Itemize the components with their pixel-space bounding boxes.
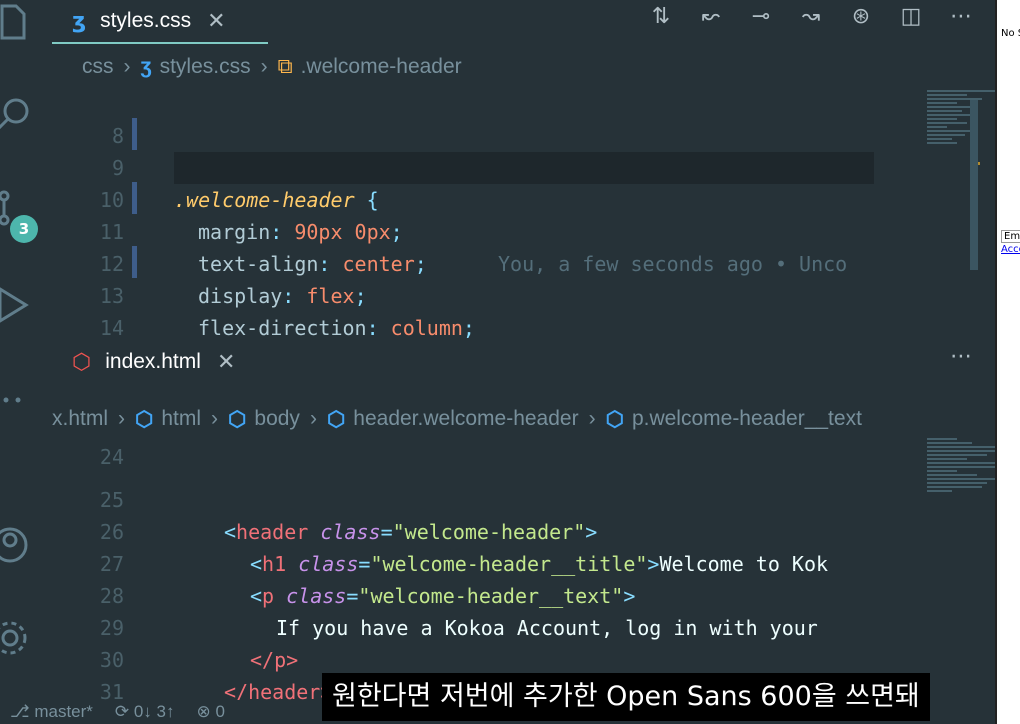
previous-change-icon[interactable]: ↜ bbox=[697, 3, 725, 31]
element-cube-icon: ⬡ bbox=[326, 407, 346, 431]
code-line: 25 <header class="welcome-header"> bbox=[52, 452, 932, 544]
element-cube-icon: ⬡ bbox=[605, 407, 624, 431]
git-graph-icon[interactable]: ⊛ bbox=[847, 3, 875, 31]
editor-group-bottom: ⬡ index.html ✕ ⋯ x.html › ⬡ html › ⬡ bod… bbox=[52, 340, 1017, 704]
code-line: 14 align-items: center; bbox=[52, 280, 932, 372]
css3-icon: ʒ bbox=[140, 55, 152, 78]
code-line: 11 text-align: center; bbox=[52, 184, 932, 276]
tab-bar: ʒ styles.css ✕ ⇅ ↜ ⊸ ↝ ⊛ ◫ ⋯ bbox=[52, 0, 995, 44]
breadcrumb-item[interactable]: p.welcome-header__text bbox=[632, 407, 862, 431]
sync-indicator[interactable]: ⟳ 0↓ 3↑ bbox=[115, 702, 175, 722]
tab-label: styles.css bbox=[100, 9, 192, 32]
current-line: 10 margin: 90px 0px; You, a few seconds … bbox=[100, 152, 874, 276]
split-editor-icon[interactable]: ◫ bbox=[897, 3, 925, 31]
problems-indicator[interactable]: ⊗ 0 bbox=[197, 702, 225, 722]
code-line: 24 bbox=[52, 436, 932, 467]
breadcrumb: css › ʒ styles.css › ⧉ .welcome-header bbox=[82, 52, 462, 82]
chevron-right-icon: › bbox=[260, 55, 268, 78]
tab-bar: ⬡ index.html ✕ ⋯ bbox=[52, 340, 995, 384]
more-icon[interactable] bbox=[0, 380, 34, 420]
css3-icon: ʒ bbox=[72, 8, 87, 34]
editor-group-top: ʒ styles.css ✕ ⇅ ↜ ⊸ ↝ ⊛ ◫ ⋯ css › ʒ sty… bbox=[52, 0, 1007, 404]
breadcrumb-item[interactable]: html bbox=[161, 407, 201, 431]
editor-toolbar: ⇅ ↜ ⊸ ↝ ⊛ ◫ ⋯ bbox=[647, 0, 975, 34]
sync-counts: 0↓ 3↑ bbox=[133, 702, 175, 721]
code-line: 12 display: flex; bbox=[52, 216, 932, 308]
close-icon[interactable]: ✕ bbox=[207, 9, 225, 34]
editor-toolbar: ⋯ bbox=[947, 340, 975, 374]
breadcrumb-item[interactable]: styles.css bbox=[160, 55, 251, 79]
selector-icon: ⧉ bbox=[277, 55, 293, 78]
close-icon[interactable]: ✕ bbox=[217, 350, 235, 375]
chevron-right-icon: › bbox=[118, 407, 126, 430]
search-icon[interactable] bbox=[0, 95, 34, 135]
account-icon[interactable] bbox=[0, 525, 34, 565]
tab-label: index.html bbox=[105, 350, 201, 373]
more-actions-icon[interactable]: ⋯ bbox=[947, 3, 975, 31]
error-icon: ⊗ bbox=[196, 702, 216, 721]
breadcrumb-item[interactable]: x.html bbox=[52, 407, 108, 431]
activity-bar: 3 bbox=[0, 0, 52, 700]
code-line: 8 bbox=[52, 88, 932, 148]
code-line: 30 </header> bbox=[52, 612, 932, 704]
code-line: 13 flex-direction: column; bbox=[52, 248, 932, 340]
scrollbar-thumb[interactable] bbox=[970, 100, 978, 270]
code-line: 29 </p> bbox=[52, 580, 932, 672]
run-debug-icon[interactable] bbox=[0, 285, 34, 325]
chevron-right-icon: › bbox=[123, 55, 131, 78]
breadcrumb-item[interactable]: header.welcome-header bbox=[353, 407, 578, 431]
breadcrumb-item[interactable]: .welcome-header bbox=[301, 55, 462, 79]
breadcrumb-item[interactable]: body bbox=[254, 407, 300, 431]
more-actions-icon[interactable]: ⋯ bbox=[947, 343, 975, 371]
chevron-right-icon: › bbox=[588, 407, 596, 430]
breadcrumb: x.html › ⬡ html › ⬡ body › ⬡ header.welc… bbox=[52, 404, 862, 434]
breadcrumb-item[interactable]: css bbox=[82, 55, 114, 79]
code-line: 31 bbox=[52, 644, 932, 704]
preview-link[interactable]: Acco bbox=[1001, 244, 1020, 255]
sync-icon: ⟳ bbox=[114, 702, 134, 721]
tab-styles-css[interactable]: ʒ styles.css ✕ bbox=[52, 0, 268, 44]
explorer-icon[interactable] bbox=[0, 2, 34, 42]
preview-email-input[interactable]: Emai bbox=[1001, 230, 1020, 243]
error-count: 0 bbox=[215, 702, 225, 721]
chevron-right-icon: › bbox=[211, 407, 219, 430]
browser-preview-panel[interactable]: No S Emai Acco bbox=[995, 0, 1020, 724]
line-number: 9 bbox=[111, 156, 124, 180]
chevron-right-icon: › bbox=[309, 407, 317, 430]
git-commit-icon[interactable]: ⊸ bbox=[747, 3, 775, 31]
branch-indicator[interactable]: ⎇ master* bbox=[10, 702, 93, 722]
element-cube-icon: ⬡ bbox=[135, 407, 154, 431]
code-line: 28 If you have a Kokoa Account, log in w… bbox=[52, 548, 932, 640]
preview-text: No S bbox=[1001, 28, 1020, 39]
code-line: 27 <p class="welcome-header__text"> bbox=[52, 516, 932, 608]
branch-name: master* bbox=[34, 702, 93, 721]
git-branch-icon: ⎇ bbox=[10, 702, 35, 721]
next-change-icon[interactable]: ↝ bbox=[797, 3, 825, 31]
tab-index-html[interactable]: ⬡ index.html ✕ bbox=[52, 340, 272, 384]
source-control-badge: 3 bbox=[10, 215, 38, 243]
open-changes-icon[interactable]: ⇅ bbox=[647, 3, 675, 31]
html5-icon: ⬡ bbox=[72, 349, 92, 375]
code-line: 9 .welcome-header { bbox=[52, 120, 932, 212]
video-subtitle: 원한다면 저번에 추가한 Open Sans 600을 쓰면돼 bbox=[322, 673, 930, 721]
code-line: 26 <h1 class="welcome-header__title">Wel… bbox=[52, 484, 932, 576]
element-cube-icon: ⬡ bbox=[228, 407, 247, 431]
settings-gear-icon[interactable] bbox=[0, 618, 34, 658]
